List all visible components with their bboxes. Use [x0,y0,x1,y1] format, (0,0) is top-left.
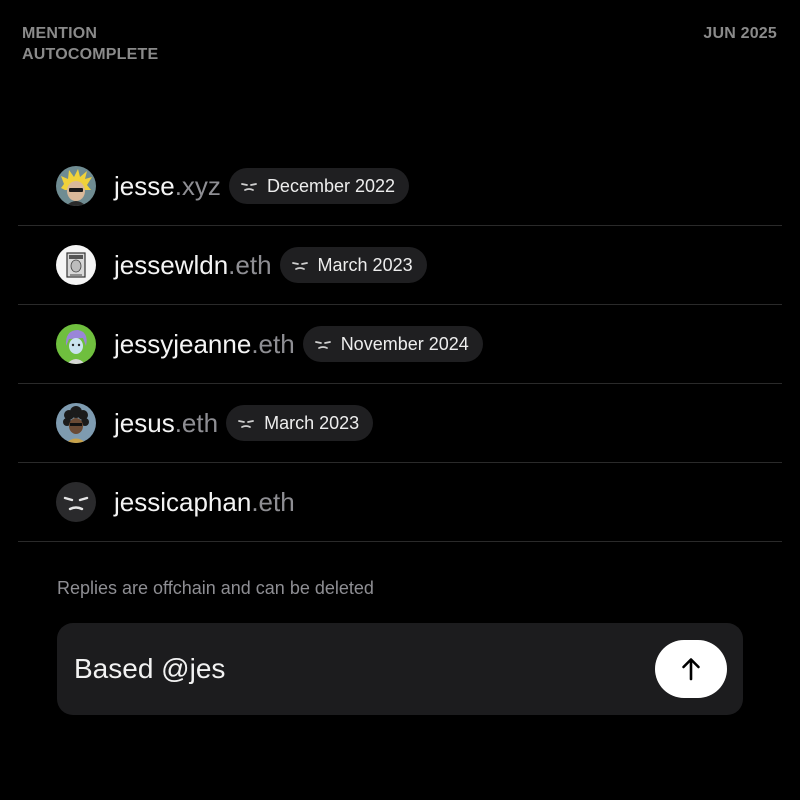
mention-suggestion-list: jesse.xyz December 2022 jessewldn.eth Ma… [18,147,782,542]
mention-suggestion-item[interactable]: jesse.xyz December 2022 [18,147,782,226]
reply-composer [57,623,743,715]
handle-name: jesus [114,407,175,438]
mention-handle: jessyjeanne.eth [114,329,295,360]
mention-handle: jesus.eth [114,408,218,439]
mention-suggestion-item[interactable]: jessyjeanne.eth November 2024 [18,305,782,384]
joined-date-text: March 2023 [317,254,413,275]
purple-hair-character-avatar-icon [56,324,96,364]
send-button[interactable] [655,640,727,698]
joined-date-badge: March 2023 [226,405,374,441]
page-title: MENTION AUTOCOMPLETE [22,23,158,65]
mention-suggestion-item[interactable]: jesus.eth March 2023 [18,384,782,463]
handle-name: jessewldn [114,249,229,280]
sleepy-face-icon [291,262,308,270]
sleepy-face-avatar-icon [56,482,96,522]
reply-input[interactable] [74,653,655,685]
curly-hair-character-avatar-icon [56,403,96,443]
page-date: JUN 2025 [703,25,777,42]
sketch-portrait-avatar-icon [56,245,96,285]
handle-suffix: .eth [228,249,272,280]
arrow-up-icon [682,658,700,681]
joined-date-badge: March 2023 [279,247,427,283]
page-title-line-1: MENTION [22,25,98,42]
joined-date-text: March 2023 [264,412,360,433]
joined-date-text: November 2024 [340,333,469,354]
mention-handle: jessicaphan.eth [114,487,295,518]
mention-handle: jesse.xyz [114,171,221,202]
joined-date-badge: November 2024 [302,326,483,362]
sleepy-face-icon [314,341,331,349]
blond-character-avatar-icon [56,166,96,206]
handle-name: jessyjeanne [114,328,252,359]
joined-date-text: December 2022 [266,175,396,196]
sleepy-face-icon [238,420,254,428]
handle-name: jesse [114,170,175,201]
offchain-disclaimer: Replies are offchain and can be deleted [57,578,374,598]
joined-date-badge: December 2022 [228,168,410,204]
handle-suffix: .eth [174,407,219,438]
handle-suffix: .eth [251,328,295,359]
mention-handle: jessewldn.eth [114,250,272,281]
handle-suffix: .eth [251,486,295,517]
mention-suggestion-item[interactable]: jessewldn.eth March 2023 [18,226,782,305]
handle-name: jessicaphan [114,486,252,517]
handle-suffix: .xyz [174,170,221,201]
page-title-line-2: AUTOCOMPLETE [22,46,159,63]
sleepy-face-icon [241,183,257,191]
mention-suggestion-item[interactable]: jessicaphan.eth [18,463,782,542]
